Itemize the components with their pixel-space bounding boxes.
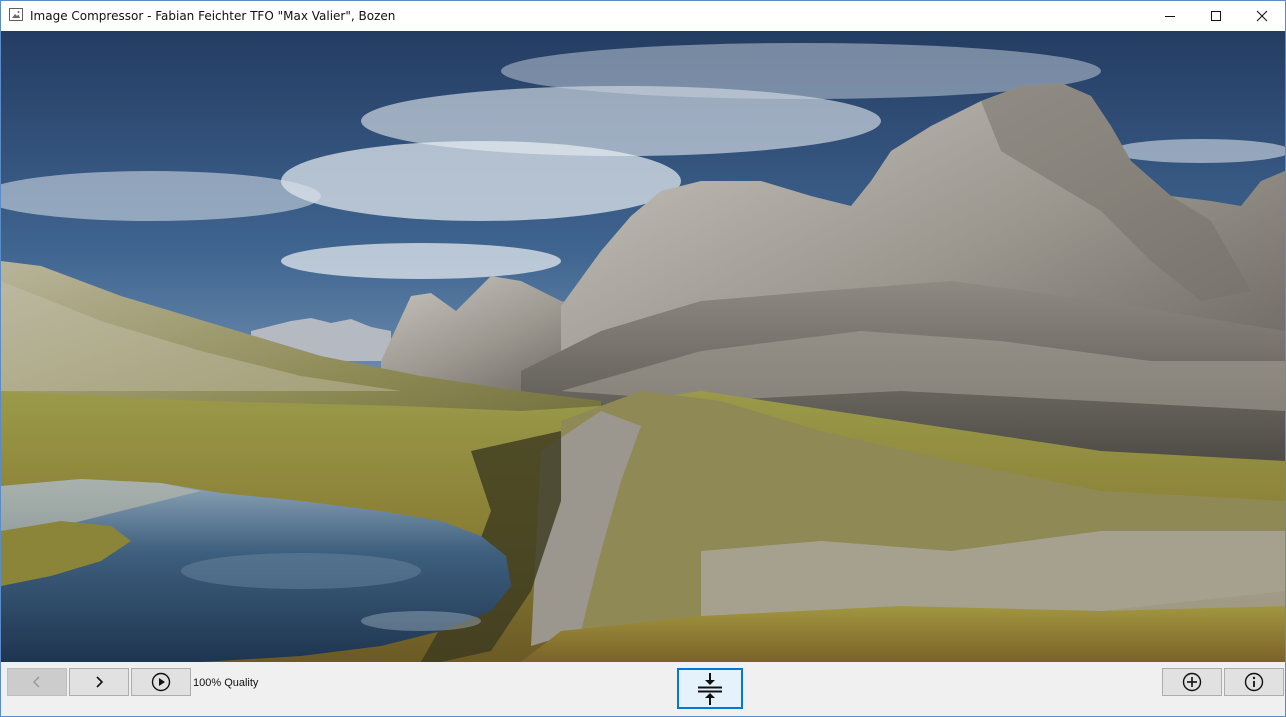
maximize-button[interactable] — [1193, 1, 1239, 31]
next-button[interactable] — [69, 668, 129, 696]
close-button[interactable] — [1239, 1, 1285, 31]
quality-label: 100% Quality — [193, 677, 259, 689]
info-button[interactable] — [1224, 668, 1284, 696]
maximize-icon — [1211, 11, 1221, 21]
minimize-icon — [1165, 16, 1175, 17]
play-circle-icon — [151, 672, 171, 692]
previous-button[interactable] — [7, 668, 67, 696]
chevron-right-icon — [96, 676, 104, 688]
add-button[interactable] — [1162, 668, 1222, 696]
compress-vertical-icon — [698, 672, 722, 705]
close-icon — [1256, 10, 1268, 22]
compress-button[interactable] — [677, 668, 743, 709]
play-button[interactable] — [131, 668, 191, 696]
app-window: Image Compressor - Fabian Feichter TFO "… — [0, 0, 1286, 717]
info-circle-icon — [1244, 672, 1264, 692]
minimize-button[interactable] — [1147, 1, 1193, 31]
image-preview — [1, 31, 1285, 662]
title-bar[interactable]: Image Compressor - Fabian Feichter TFO "… — [1, 1, 1285, 31]
chevron-left-icon — [32, 676, 40, 688]
picture-icon — [9, 8, 23, 21]
bottom-toolbar: 100% Quality — [1, 662, 1285, 716]
window-title: Image Compressor - Fabian Feichter TFO "… — [30, 9, 396, 23]
plus-circle-icon — [1182, 672, 1202, 692]
mountain-landscape-photo — [1, 31, 1285, 662]
